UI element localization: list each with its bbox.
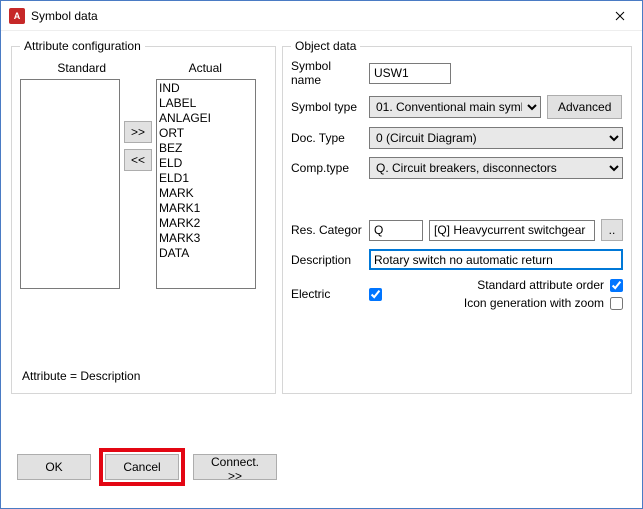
list-item[interactable]: ORT [159,126,253,141]
button-bar: OK Cancel Connect. >> [17,448,277,486]
std-attr-order-label: Standard attribute order [477,278,604,292]
electric-checkbox[interactable] [369,288,382,301]
res-category-browse-button[interactable]: .. [601,219,623,241]
attribute-footer-label: Attribute = Description [22,369,140,383]
comp-type-select[interactable]: Q. Circuit breakers, disconnectors [369,157,623,179]
description-input[interactable] [369,249,623,270]
attribute-config-legend: Attribute configuration [20,39,145,53]
attribute-config-group: Attribute configuration Standard Actual … [11,39,276,394]
close-icon [615,11,625,21]
close-button[interactable] [597,1,642,31]
list-item[interactable]: ELD [159,156,253,171]
list-item[interactable]: DATA [159,246,253,261]
actual-listbox[interactable]: INDLABELANLAGEIORTBEZELDELD1MARKMARK1MAR… [156,79,256,289]
object-data-legend: Object data [291,39,360,53]
doc-type-select[interactable]: 0 (Circuit Diagram) [369,127,623,149]
list-item[interactable]: IND [159,81,253,96]
connect-button[interactable]: Connect. >> [193,454,277,480]
list-item[interactable]: ELD1 [159,171,253,186]
standard-listbox[interactable] [20,79,120,289]
move-right-button[interactable]: >> [124,121,152,143]
description-label: Description [291,253,363,267]
symbol-name-input[interactable] [369,63,451,84]
electric-label: Electric [291,287,363,301]
ok-button[interactable]: OK [17,454,91,480]
symbol-type-select[interactable]: 01. Conventional main symbol [369,96,541,118]
comp-type-label: Comp.type [291,161,363,175]
object-data-group: Object data Symbol name Symbol type 01. … [282,39,632,394]
list-item[interactable]: MARK3 [159,231,253,246]
doc-type-label: Doc. Type [291,131,363,145]
list-item[interactable]: LABEL [159,96,253,111]
list-item[interactable]: MARK2 [159,216,253,231]
icon-gen-label: Icon generation with zoom [464,296,604,310]
res-category-label: Res. Categor [291,223,363,237]
std-attr-order-checkbox[interactable] [610,279,623,292]
icon-gen-checkbox[interactable] [610,297,623,310]
list-item[interactable]: ANLAGEI [159,111,253,126]
cancel-highlight: Cancel [99,448,185,486]
list-item[interactable]: BEZ [159,141,253,156]
titlebar: A Symbol data [1,1,642,31]
list-item[interactable]: MARK1 [159,201,253,216]
window-title: Symbol data [31,9,597,23]
res-category-desc-input[interactable] [429,220,595,241]
actual-header: Actual [144,59,268,79]
symbol-type-label: Symbol type [291,100,363,114]
dialog-window: A Symbol data Attribute configuration St… [0,0,643,509]
symbol-name-label: Symbol name [291,59,363,87]
move-left-button[interactable]: << [124,149,152,171]
list-item[interactable]: MARK [159,186,253,201]
res-category-code-input[interactable] [369,220,423,241]
cancel-button[interactable]: Cancel [105,454,179,480]
standard-header: Standard [20,59,144,79]
app-icon: A [9,8,25,24]
advanced-button[interactable]: Advanced [547,95,622,119]
